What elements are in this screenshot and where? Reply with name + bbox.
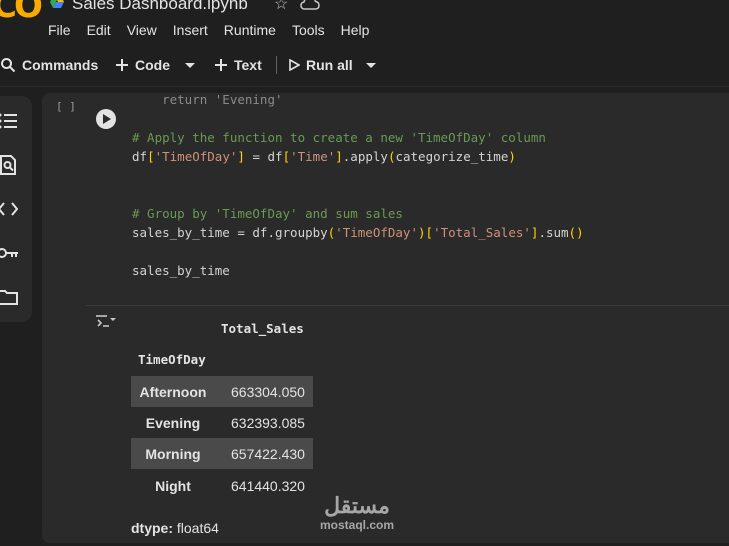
plus-icon [215, 59, 227, 71]
code-token: sales_by_time = df.groupby [132, 225, 328, 240]
output-actions-icon[interactable] [95, 313, 117, 331]
code-token: .sum [538, 225, 569, 240]
google-drive-icon [50, 0, 64, 8]
header: CO Sales Dashboard.ipynb ☆ File Edit Vie… [0, 0, 729, 44]
run-all-button[interactable]: Run all [288, 44, 353, 86]
files-folder-icon[interactable] [0, 285, 20, 309]
table-row: Evening 632393.085 [131, 407, 313, 438]
column-header: Total_Sales [221, 321, 304, 336]
code-token: # Group by 'TimeOfDay' and sum sales [132, 206, 403, 221]
table-row: Morning 657422.430 [131, 438, 313, 469]
play-icon [103, 114, 111, 124]
code-line: sales_by_time [132, 261, 584, 280]
row-value: 657422.430 [231, 446, 305, 462]
play-icon [289, 59, 300, 71]
secrets-key-icon[interactable] [0, 241, 20, 265]
notebook-title[interactable]: Sales Dashboard.ipynb [72, 0, 248, 14]
dtype-label: dtype: [131, 520, 173, 536]
add-text-button[interactable]: Text [214, 44, 262, 86]
menu-edit[interactable]: Edit [87, 22, 111, 38]
code-token: [ [425, 225, 434, 240]
add-code-button[interactable]: Code [115, 44, 170, 86]
menu-file[interactable]: File [48, 22, 71, 38]
run-all-label: Run all [306, 57, 353, 73]
menu-runtime[interactable]: Runtime [224, 22, 276, 38]
chevron-down-icon [366, 63, 376, 68]
colab-logo[interactable]: CO [0, 0, 43, 26]
menu-bar: File Edit View Insert Runtime Tools Help [48, 22, 385, 38]
run-all-dropdown-button[interactable] [365, 44, 383, 86]
toolbar: Commands Code Text Run all [0, 44, 729, 87]
left-sidebar [0, 96, 32, 322]
code-token: return 'Evening' [132, 92, 283, 107]
row-key: Evening [145, 415, 201, 431]
code-line: sales_by_time = df.groupby('TimeOfDay')[… [132, 223, 584, 242]
table-row: Afternoon 663304.050 [131, 376, 313, 407]
code-label: Code [135, 57, 170, 73]
code-token: ] [237, 149, 245, 164]
row-value: 663304.050 [231, 384, 305, 400]
code-snippets-icon[interactable] [0, 197, 20, 221]
find-replace-icon[interactable] [0, 153, 20, 177]
code-token: 'TimeOfDay' [154, 149, 238, 164]
dtype-line: dtype: float64 [131, 520, 219, 536]
row-key: Morning [145, 446, 201, 462]
index-name: TimeOfDay [138, 352, 206, 367]
code-token: 'TimeOfDay' [335, 225, 418, 240]
row-key: Afternoon [139, 384, 207, 400]
commands-label: Commands [22, 57, 99, 73]
code-token: = df [244, 149, 283, 164]
code-token: ) [418, 225, 426, 240]
row-key: Night [155, 478, 191, 494]
menu-help[interactable]: Help [341, 22, 370, 38]
code-token: df [132, 149, 148, 164]
code-token: 'Time' [290, 149, 336, 164]
table-of-contents-icon[interactable] [0, 109, 20, 133]
toolbar-divider [276, 56, 277, 74]
code-token: categorize_time [395, 149, 509, 164]
code-token: sales_by_time [132, 263, 230, 278]
code-editor[interactable]: return 'Evening' # Apply the function to… [132, 90, 584, 280]
chevron-down-icon [185, 63, 195, 68]
menu-tools[interactable]: Tools [292, 22, 325, 38]
code-token: 'Total_Sales' [433, 225, 531, 240]
code-token: # Apply the function to create a new 'Ti… [132, 130, 546, 145]
code-line: # Apply the function to create a new 'Ti… [132, 128, 584, 147]
plus-icon [116, 59, 128, 71]
execution-count: [ ] [56, 100, 76, 113]
code-token: .apply [342, 149, 388, 164]
code-dropdown-button[interactable] [184, 44, 202, 86]
code-line: df['TimeOfDay'] = df['Time'].apply(categ… [132, 147, 584, 166]
menu-insert[interactable]: Insert [173, 22, 208, 38]
cloud-saved-icon[interactable] [300, 0, 320, 10]
table-row: Night 641440.320 [131, 470, 313, 501]
code-token: () [568, 225, 584, 240]
code-token: [ [147, 149, 155, 164]
search-icon [1, 58, 16, 73]
watermark-arabic: مستقل [324, 493, 390, 518]
code-token: ) [508, 149, 516, 164]
dtype-value: float64 [176, 520, 219, 536]
row-value: 641440.320 [231, 478, 305, 494]
text-label: Text [234, 57, 262, 73]
code-token: [ [282, 149, 291, 164]
commands-button[interactable]: Commands [0, 44, 98, 86]
run-cell-button[interactable] [96, 109, 116, 129]
code-line: return 'Evening' [132, 90, 584, 109]
row-value: 632393.085 [231, 415, 305, 431]
watermark: مستقل mostaql.com [320, 493, 395, 533]
output-divider [86, 305, 729, 306]
star-icon[interactable]: ☆ [274, 0, 288, 14]
menu-view[interactable]: View [127, 22, 157, 38]
code-line: # Group by 'TimeOfDay' and sum sales [132, 204, 584, 223]
watermark-latin: mostaql.com [320, 518, 395, 532]
code-token: ] [335, 149, 343, 164]
